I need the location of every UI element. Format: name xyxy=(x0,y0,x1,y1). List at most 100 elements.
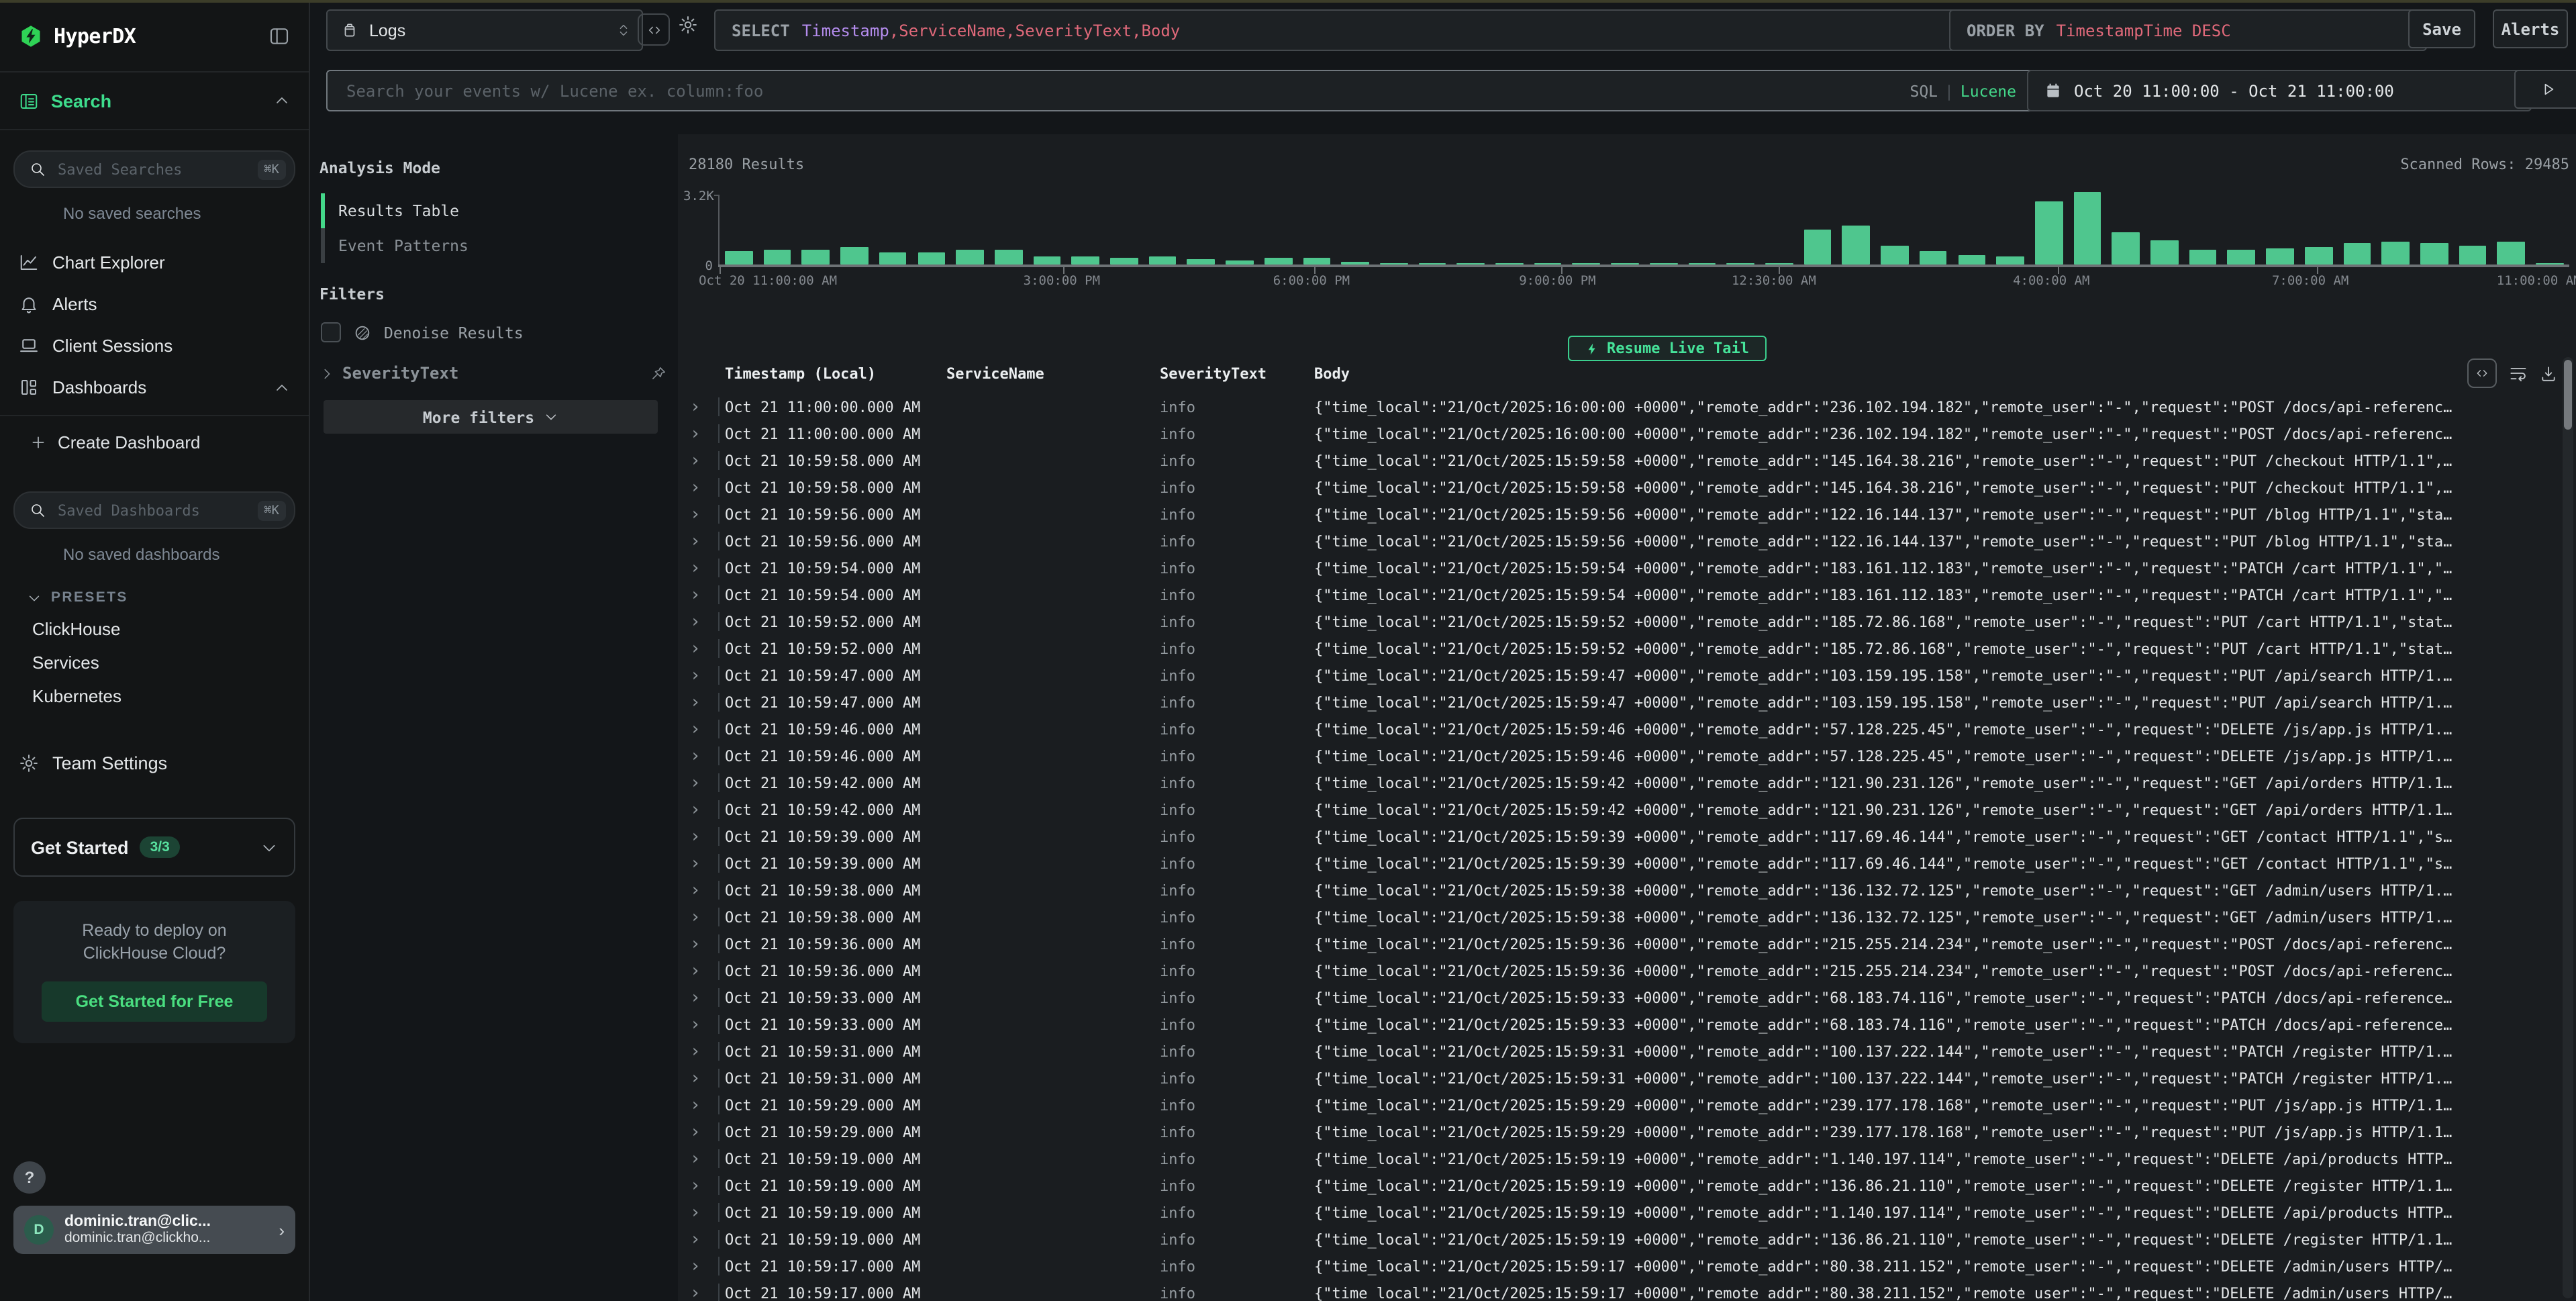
table-row[interactable]: › Oct 21 10:59:58.000 AM info {"time_loc… xyxy=(678,474,2576,501)
download-icon[interactable] xyxy=(2540,365,2557,382)
chevron-up-icon[interactable] xyxy=(274,379,290,395)
table-row[interactable]: › Oct 21 10:59:54.000 AM info {"time_loc… xyxy=(678,581,2576,608)
user-menu[interactable]: D dominic.tran@clic... dominic.tran@clic… xyxy=(13,1206,295,1254)
get-started-free-button[interactable]: Get Started for Free xyxy=(42,981,266,1022)
row-expander[interactable]: › xyxy=(687,1145,725,1172)
save-button[interactable]: Save xyxy=(2408,9,2475,48)
more-filters-button[interactable]: More filters xyxy=(324,400,658,434)
date-range-picker[interactable]: Oct 20 11:00:00 - Oct 21 11:00:00 xyxy=(2027,70,2532,111)
row-expander[interactable]: › xyxy=(687,1226,725,1253)
table-row[interactable]: › Oct 21 10:59:54.000 AM info {"time_loc… xyxy=(678,555,2576,581)
table-row[interactable]: › Oct 21 10:59:19.000 AM info {"time_loc… xyxy=(678,1145,2576,1172)
pin-icon[interactable] xyxy=(650,365,667,382)
scrollbar-track[interactable] xyxy=(2563,357,2573,1298)
row-expander[interactable]: › xyxy=(687,635,725,662)
table-row[interactable]: › Oct 21 10:59:42.000 AM info {"time_loc… xyxy=(678,796,2576,823)
code-mode-button[interactable] xyxy=(638,13,670,46)
table-row[interactable]: › Oct 21 10:59:58.000 AM info {"time_loc… xyxy=(678,447,2576,474)
table-row[interactable]: › Oct 21 10:59:42.000 AM info {"time_loc… xyxy=(678,769,2576,796)
lucene-mode-option[interactable]: Lucene xyxy=(1961,81,2016,100)
row-expander[interactable]: › xyxy=(687,823,725,850)
row-expander[interactable]: › xyxy=(687,850,725,877)
table-row[interactable]: › Oct 21 10:59:39.000 AM info {"time_loc… xyxy=(678,850,2576,877)
table-row[interactable]: › Oct 21 10:59:31.000 AM info {"time_loc… xyxy=(678,1065,2576,1092)
table-row[interactable]: › Oct 21 10:59:36.000 AM info {"time_loc… xyxy=(678,957,2576,984)
row-expander[interactable]: › xyxy=(687,877,725,904)
saved-searches-input[interactable] xyxy=(55,159,248,179)
table-row[interactable]: › Oct 21 10:59:46.000 AM info {"time_loc… xyxy=(678,742,2576,769)
sidebar-item-alerts[interactable]: Alerts xyxy=(0,283,309,325)
row-expander[interactable]: › xyxy=(687,1280,725,1301)
severity-filter-group[interactable]: SeverityText xyxy=(319,364,667,383)
sidebar-item-kubernetes[interactable]: Kubernetes xyxy=(0,679,309,713)
column-header-body[interactable]: Body xyxy=(1314,365,2544,383)
sidebar-item-search[interactable]: Search xyxy=(0,73,309,130)
table-row[interactable]: › Oct 21 10:59:39.000 AM info {"time_loc… xyxy=(678,823,2576,850)
row-expander[interactable]: › xyxy=(687,769,725,796)
table-row[interactable]: › Oct 21 10:59:56.000 AM info {"time_loc… xyxy=(678,501,2576,528)
row-expander[interactable]: › xyxy=(687,528,725,555)
row-expander[interactable]: › xyxy=(687,501,725,528)
table-row[interactable]: › Oct 21 10:59:46.000 AM info {"time_loc… xyxy=(678,716,2576,742)
create-dashboard-button[interactable]: Create Dashboard xyxy=(0,422,309,462)
row-expander[interactable]: › xyxy=(687,904,725,930)
resume-live-tail-button[interactable]: Resume Live Tail xyxy=(1568,336,1767,361)
row-expander[interactable]: › xyxy=(687,1065,725,1092)
row-expander[interactable]: › xyxy=(687,1118,725,1145)
table-row[interactable]: › Oct 21 10:59:19.000 AM info {"time_loc… xyxy=(678,1226,2576,1253)
table-row[interactable]: › Oct 21 10:59:29.000 AM info {"time_loc… xyxy=(678,1118,2576,1145)
table-row[interactable]: › Oct 21 10:59:17.000 AM info {"time_loc… xyxy=(678,1253,2576,1280)
table-row[interactable]: › Oct 21 10:59:38.000 AM info {"time_loc… xyxy=(678,877,2576,904)
sql-mode-option[interactable]: SQL xyxy=(1910,81,1938,100)
sidebar-collapse-icon[interactable] xyxy=(268,25,290,46)
table-row[interactable]: › Oct 21 10:59:29.000 AM info {"time_loc… xyxy=(678,1092,2576,1118)
row-expander[interactable]: › xyxy=(687,689,725,716)
column-header-timestamp[interactable]: Timestamp (Local) xyxy=(725,365,946,383)
row-expander[interactable]: › xyxy=(687,447,725,474)
sidebar-item-clickhouse[interactable]: ClickHouse xyxy=(0,612,309,646)
row-expander[interactable]: › xyxy=(687,796,725,823)
wrap-text-icon[interactable] xyxy=(2509,364,2528,383)
row-expander[interactable]: › xyxy=(687,1011,725,1038)
row-expander[interactable]: › xyxy=(687,662,725,689)
search-input[interactable] xyxy=(344,80,1896,101)
row-expander[interactable]: › xyxy=(687,608,725,635)
mode-option-results-table[interactable]: Results Table xyxy=(321,193,678,228)
sidebar-item-services[interactable]: Services xyxy=(0,646,309,679)
table-row[interactable]: › Oct 21 10:59:19.000 AM info {"time_loc… xyxy=(678,1172,2576,1199)
table-row[interactable]: › Oct 21 10:59:17.000 AM info {"time_loc… xyxy=(678,1280,2576,1301)
row-expander[interactable]: › xyxy=(687,420,725,447)
scrollbar-thumb[interactable] xyxy=(2564,360,2572,430)
row-expander[interactable]: › xyxy=(687,1172,725,1199)
event-search-box[interactable]: SQL|Lucene xyxy=(326,70,2034,111)
row-expander[interactable]: › xyxy=(687,581,725,608)
sidebar-item-client-sessions[interactable]: Client Sessions xyxy=(0,325,309,367)
row-expander[interactable]: › xyxy=(687,1038,725,1065)
saved-searches-searchbox[interactable]: ⌘K xyxy=(13,150,295,188)
row-expander[interactable]: › xyxy=(687,1092,725,1118)
table-row[interactable]: › Oct 21 10:59:31.000 AM info {"time_loc… xyxy=(678,1038,2576,1065)
table-row[interactable]: › Oct 21 10:59:33.000 AM info {"time_loc… xyxy=(678,1011,2576,1038)
get-started-toggle[interactable]: Get Started 3/3 xyxy=(13,818,295,877)
sidebar-item-chart-explorer[interactable]: Chart Explorer xyxy=(0,242,309,283)
table-row[interactable]: › Oct 21 10:59:47.000 AM info {"time_loc… xyxy=(678,662,2576,689)
row-expander[interactable]: › xyxy=(687,930,725,957)
source-select[interactable]: Logs xyxy=(326,9,643,51)
table-row[interactable]: › Oct 21 10:59:33.000 AM info {"time_loc… xyxy=(678,984,2576,1011)
select-clause-input[interactable]: SELECT Timestamp,ServiceName,SeverityTex… xyxy=(714,9,1968,51)
table-row[interactable]: › Oct 21 11:00:00.000 AM info {"time_loc… xyxy=(678,420,2576,447)
row-expander[interactable]: › xyxy=(687,716,725,742)
table-row[interactable]: › Oct 21 10:59:56.000 AM info {"time_loc… xyxy=(678,528,2576,555)
sidebar-item-dashboards[interactable]: Dashboards xyxy=(0,367,309,408)
sidebar-item-team-settings[interactable]: Team Settings xyxy=(0,742,309,783)
chevron-up-icon[interactable] xyxy=(274,93,290,109)
help-button[interactable]: ? xyxy=(13,1161,46,1194)
row-expander[interactable]: › xyxy=(687,742,725,769)
table-row[interactable]: › Oct 21 10:59:36.000 AM info {"time_loc… xyxy=(678,930,2576,957)
row-expander[interactable]: › xyxy=(687,555,725,581)
alerts-button[interactable]: Alerts xyxy=(2493,9,2568,48)
order-by-input[interactable]: ORDER BY TimestampTime DESC xyxy=(1949,9,2427,51)
row-expander[interactable]: › xyxy=(687,984,725,1011)
row-expander[interactable]: › xyxy=(687,957,725,984)
row-expander[interactable]: › xyxy=(687,1199,725,1226)
